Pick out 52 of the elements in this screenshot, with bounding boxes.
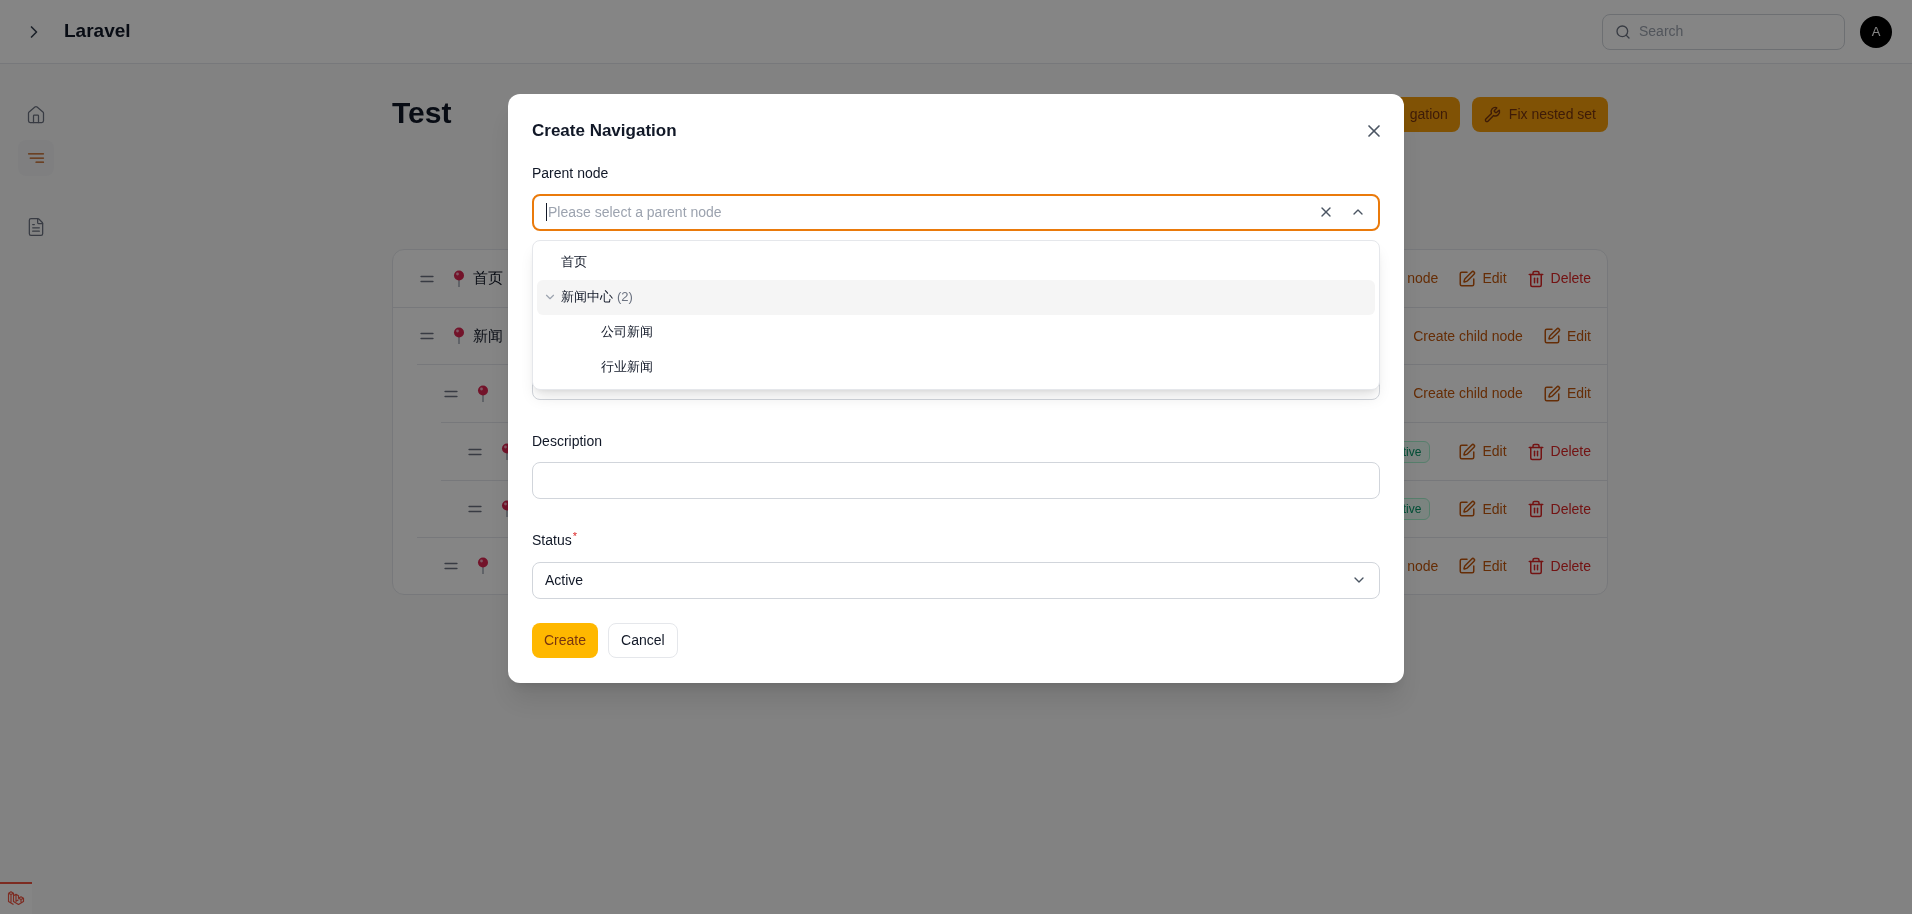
edit-link[interactable]: Edit (1482, 441, 1507, 462)
tree-option[interactable]: 行业新闻 (537, 349, 1375, 385)
header-button[interactable]: Fix nested set (1471, 97, 1608, 132)
pin-icon (477, 557, 489, 575)
wrench-icon (1483, 106, 1501, 123)
tree-option[interactable]: 首页 (537, 244, 1375, 280)
status-select[interactable]: Active (532, 561, 1380, 599)
parent-select[interactable]: Please select a parent node (532, 193, 1380, 231)
trash-icon (1526, 557, 1545, 575)
trash-icon (1526, 500, 1545, 518)
delete-link[interactable]: Delete (1550, 268, 1591, 289)
avatar[interactable]: A (1860, 15, 1892, 48)
edit-icon (1542, 327, 1561, 345)
app-title: Laravel (64, 19, 131, 44)
pin-icon (477, 384, 489, 403)
search-icon (1615, 23, 1631, 40)
dialog-title: Create Navigation (532, 120, 677, 142)
create-link[interactable]: Create child node (1413, 325, 1523, 347)
delete-link[interactable]: Delete (1550, 498, 1591, 520)
tree-option[interactable]: 新闻中心 (2) (537, 279, 1375, 315)
edit-icon (1458, 442, 1477, 461)
edit-icon (1458, 500, 1477, 518)
create-button[interactable]: Create (532, 622, 599, 658)
delete-link[interactable]: Delete (1550, 555, 1591, 577)
tree-option[interactable]: 公司新闻 (537, 314, 1375, 350)
edit-link[interactable]: Edit (1566, 325, 1591, 347)
document-icon (26, 217, 46, 237)
node-title: 首页 (473, 268, 503, 289)
pin-icon (453, 269, 465, 288)
create-link[interactable]: Create child node (1413, 383, 1523, 404)
field-label: Status$^{*}$ (532, 530, 578, 550)
create-link[interactable]: node (1407, 268, 1439, 289)
text-field[interactable] (532, 461, 1380, 499)
edit-icon (1542, 384, 1561, 403)
edit-link[interactable]: Edit (1482, 555, 1507, 577)
edit-link[interactable]: Edit (1482, 268, 1507, 289)
pin-icon (453, 327, 465, 345)
field-label: Description (532, 431, 604, 450)
edit-icon (1458, 269, 1477, 288)
trash-icon (1526, 442, 1545, 461)
node-title: 新闻 (473, 325, 503, 346)
home-icon (26, 105, 46, 125)
page-title: Test (392, 95, 452, 131)
edit-link[interactable]: Edit (1566, 383, 1591, 404)
create-link[interactable]: node (1407, 555, 1439, 577)
required-mark: * (572, 529, 577, 542)
trash-icon (1526, 269, 1545, 288)
edit-icon (1458, 557, 1477, 575)
cancel-button[interactable]: Cancel (608, 622, 678, 658)
delete-link[interactable]: Delete (1550, 441, 1591, 462)
edit-link[interactable]: Edit (1482, 498, 1507, 520)
field-label: Parent node (532, 163, 610, 182)
